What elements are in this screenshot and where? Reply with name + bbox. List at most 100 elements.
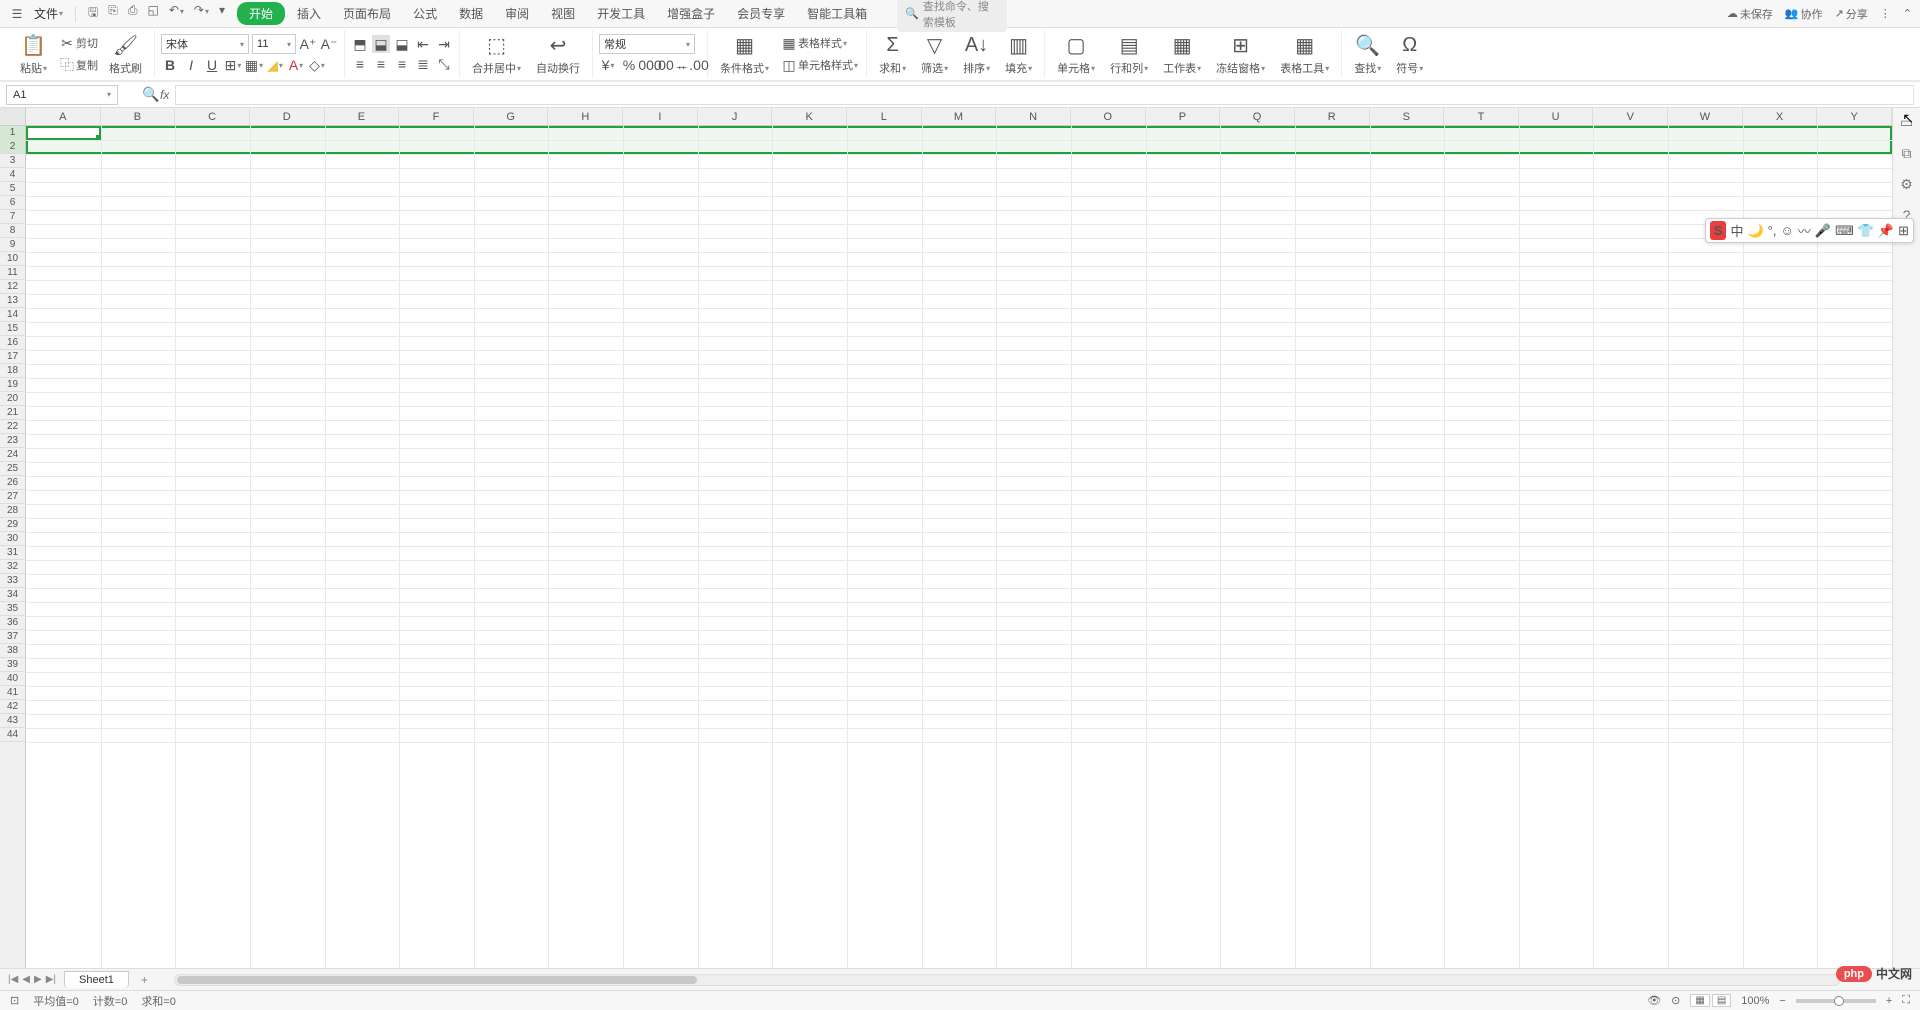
- row-header-2[interactable]: 2: [0, 140, 25, 154]
- col-header-A[interactable]: A: [26, 108, 101, 125]
- row-header-42[interactable]: 42: [0, 700, 25, 714]
- paste-button[interactable]: 📋 粘贴: [14, 30, 53, 78]
- tab-devtools[interactable]: 开发工具: [587, 1, 655, 26]
- row-header-33[interactable]: 33: [0, 574, 25, 588]
- tab-smarttools[interactable]: 智能工具箱: [797, 1, 877, 26]
- find-button[interactable]: 🔍查找: [1348, 30, 1387, 78]
- sum-button[interactable]: Σ求和: [873, 30, 912, 78]
- zoom-slider[interactable]: [1796, 999, 1876, 1003]
- font-color-icon[interactable]: A: [287, 56, 305, 74]
- row-header-32[interactable]: 32: [0, 560, 25, 574]
- row-header-19[interactable]: 19: [0, 378, 25, 392]
- rowcol-button[interactable]: ▤行和列: [1104, 30, 1154, 78]
- row-header-44[interactable]: 44: [0, 728, 25, 742]
- row-header-6[interactable]: 6: [0, 196, 25, 210]
- decrease-indent-icon[interactable]: ⇤: [414, 35, 432, 53]
- row-header-3[interactable]: 3: [0, 154, 25, 168]
- col-header-C[interactable]: C: [175, 108, 250, 125]
- share-button[interactable]: ↗ 分享: [1835, 6, 1868, 22]
- col-header-F[interactable]: F: [399, 108, 474, 125]
- row-header-11[interactable]: 11: [0, 266, 25, 280]
- col-header-X[interactable]: X: [1743, 108, 1818, 125]
- collapse-ribbon-icon[interactable]: ⌃: [1903, 7, 1912, 20]
- col-header-P[interactable]: P: [1146, 108, 1221, 125]
- col-header-D[interactable]: D: [250, 108, 325, 125]
- row-header-18[interactable]: 18: [0, 364, 25, 378]
- view-normal-icon[interactable]: ▦: [1690, 994, 1709, 1007]
- row-header-35[interactable]: 35: [0, 602, 25, 616]
- row-header-41[interactable]: 41: [0, 686, 25, 700]
- border-icon[interactable]: ⊞: [224, 56, 242, 74]
- sidebar-select-icon[interactable]: ▭: [1900, 114, 1913, 131]
- row-header-10[interactable]: 10: [0, 252, 25, 266]
- row-header-1[interactable]: 1: [0, 126, 25, 140]
- align-top-icon[interactable]: ⬒: [351, 35, 369, 53]
- increase-indent-icon[interactable]: ⇥: [435, 35, 453, 53]
- fullscreen-icon[interactable]: ⛶: [1902, 994, 1910, 1007]
- cells-area[interactable]: [26, 126, 1892, 968]
- table-style-button[interactable]: ▦表格样式: [778, 33, 860, 53]
- row-header-25[interactable]: 25: [0, 462, 25, 476]
- row-header-22[interactable]: 22: [0, 420, 25, 434]
- row-header-24[interactable]: 24: [0, 448, 25, 462]
- merge-center-button[interactable]: ⬚合并居中: [466, 30, 527, 78]
- eye-icon[interactable]: 👁: [1647, 994, 1661, 1007]
- col-header-K[interactable]: K: [772, 108, 847, 125]
- sheet-last-icon[interactable]: ▶|: [46, 974, 56, 985]
- ime-grid-icon[interactable]: ⊞: [1898, 223, 1909, 239]
- tab-enhance[interactable]: 增强盒子: [657, 1, 725, 26]
- row-header-4[interactable]: 4: [0, 168, 25, 182]
- bold-icon[interactable]: B: [161, 56, 179, 74]
- sidebar-props-icon[interactable]: ⚙: [1900, 176, 1913, 193]
- align-bottom-icon[interactable]: ⬓: [393, 35, 411, 53]
- col-header-G[interactable]: G: [474, 108, 549, 125]
- sheet-prev-icon[interactable]: ◀: [22, 974, 30, 985]
- col-header-I[interactable]: I: [623, 108, 698, 125]
- col-header-Y[interactable]: Y: [1817, 108, 1892, 125]
- fill-color-icon[interactable]: ◢: [266, 56, 284, 74]
- save-as-icon[interactable]: ⎘: [106, 1, 120, 26]
- row-header-39[interactable]: 39: [0, 658, 25, 672]
- tab-formula[interactable]: 公式: [403, 1, 447, 26]
- underline-icon[interactable]: U: [203, 56, 221, 74]
- cell-button[interactable]: ▢单元格: [1051, 30, 1101, 78]
- tab-member[interactable]: 会员专享: [727, 1, 795, 26]
- row-header-34[interactable]: 34: [0, 588, 25, 602]
- command-search[interactable]: 🔍 查找命令、搜索模板: [897, 0, 1007, 32]
- ime-wave-icon[interactable]: 〰: [1798, 221, 1811, 240]
- file-menu[interactable]: 文件: [28, 3, 69, 24]
- zoom-out-icon[interactable]: −: [1779, 995, 1785, 1007]
- percent-icon[interactable]: %: [620, 56, 638, 74]
- tab-insert[interactable]: 插入: [287, 1, 331, 26]
- col-header-J[interactable]: J: [698, 108, 773, 125]
- row-header-5[interactable]: 5: [0, 182, 25, 196]
- row-header-23[interactable]: 23: [0, 434, 25, 448]
- zoom-value[interactable]: 100%: [1741, 995, 1769, 1007]
- freeze-button[interactable]: ⊞冻结窗格: [1210, 30, 1271, 78]
- ime-pin-icon[interactable]: 📌: [1878, 223, 1894, 239]
- cond-format-button[interactable]: ▦条件格式: [714, 30, 775, 78]
- row-header-28[interactable]: 28: [0, 504, 25, 518]
- decrease-font-icon[interactable]: A⁻: [320, 35, 338, 53]
- cell-style-button[interactable]: ◫单元格样式: [778, 55, 860, 75]
- cut-button[interactable]: ✂剪切: [56, 33, 100, 53]
- font-name-select[interactable]: 宋体▾: [161, 34, 249, 54]
- align-justify-icon[interactable]: ≣: [414, 55, 432, 73]
- tab-layout[interactable]: 页面布局: [333, 1, 401, 26]
- ime-lang[interactable]: 中: [1730, 221, 1743, 240]
- row-header-17[interactable]: 17: [0, 350, 25, 364]
- hscroll-thumb[interactable]: [177, 976, 697, 984]
- row-header-26[interactable]: 26: [0, 476, 25, 490]
- row-header-20[interactable]: 20: [0, 392, 25, 406]
- zoom-in-icon[interactable]: +: [1886, 995, 1892, 1007]
- increase-font-icon[interactable]: A⁺: [299, 35, 317, 53]
- currency-icon[interactable]: ¥: [599, 56, 617, 74]
- ime-toolbar[interactable]: S 中 🌙 °, ☺ 〰 🎤 ⌨ 👕 📌 ⊞: [1705, 218, 1914, 243]
- col-header-T[interactable]: T: [1444, 108, 1519, 125]
- zoom-formula-icon[interactable]: 🔍: [142, 86, 160, 104]
- formula-input[interactable]: [175, 85, 1914, 105]
- fx-icon[interactable]: fx: [160, 88, 169, 102]
- align-left-icon[interactable]: ≡: [351, 55, 369, 73]
- row-header-40[interactable]: 40: [0, 672, 25, 686]
- col-header-N[interactable]: N: [996, 108, 1071, 125]
